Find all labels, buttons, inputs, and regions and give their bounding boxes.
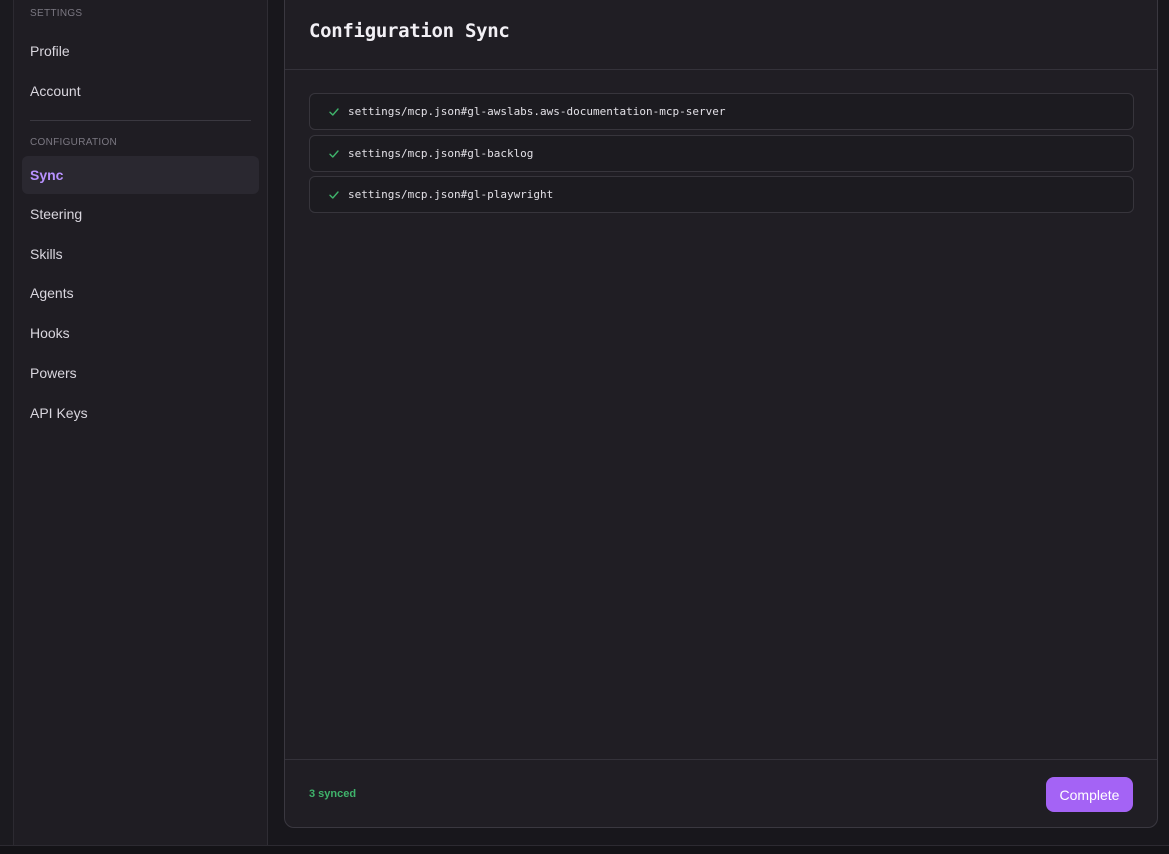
- sidebar-item-label: Sync: [30, 167, 64, 183]
- sidebar-item-label: Profile: [30, 43, 70, 59]
- configuration-section-label: CONFIGURATION: [30, 137, 118, 148]
- check-icon: [328, 148, 340, 160]
- configuration-sync-panel: Configuration Sync settings/mcp.json#gl-…: [284, 0, 1158, 828]
- sidebar-item-agents[interactable]: Agents: [22, 274, 259, 312]
- panel-footer: 3 synced Complete: [285, 759, 1157, 830]
- sync-row: settings/mcp.json#gl-playwright: [309, 176, 1134, 213]
- sidebar-item-account[interactable]: Account: [22, 72, 259, 110]
- sidebar-item-label: Account: [30, 83, 81, 99]
- sync-row-path: settings/mcp.json#gl-backlog: [348, 147, 534, 160]
- synced-count: 3 synced: [309, 788, 357, 800]
- sidebar-item-sync[interactable]: Sync: [22, 156, 259, 194]
- sidebar-item-profile[interactable]: Profile: [22, 32, 259, 70]
- settings-sidebar: SETTINGS Profile Account CONFIGURATION S…: [14, 0, 268, 845]
- settings-section-label: SETTINGS: [30, 8, 83, 19]
- sync-row-path: settings/mcp.json#gl-playwright: [348, 188, 554, 201]
- sidebar-divider: [30, 120, 251, 121]
- left-edge-strip: [0, 0, 14, 845]
- bottom-status-bar: [0, 845, 1169, 854]
- sidebar-item-label: Powers: [30, 365, 77, 381]
- app-window: SETTINGS Profile Account CONFIGURATION S…: [0, 0, 1169, 854]
- sidebar-item-steering[interactable]: Steering: [22, 195, 259, 233]
- sidebar-item-hooks[interactable]: Hooks: [22, 314, 259, 352]
- panel-header: Configuration Sync: [285, 0, 1157, 70]
- sync-row: settings/mcp.json#gl-backlog: [309, 135, 1134, 172]
- check-icon: [328, 189, 340, 201]
- sidebar-item-skills[interactable]: Skills: [22, 235, 259, 273]
- complete-button[interactable]: Complete: [1046, 777, 1133, 812]
- sidebar-item-label: Skills: [30, 246, 63, 262]
- sidebar-item-label: Agents: [30, 285, 74, 301]
- sidebar-item-label: Hooks: [30, 325, 70, 341]
- sidebar-item-label: API Keys: [30, 405, 88, 421]
- sidebar-item-label: Steering: [30, 206, 83, 222]
- sync-row-path: settings/mcp.json#gl-awslabs.aws-documen…: [348, 105, 726, 118]
- page-title: Configuration Sync: [309, 20, 510, 42]
- sidebar-item-api-keys[interactable]: API Keys: [22, 394, 259, 432]
- sync-row: settings/mcp.json#gl-awslabs.aws-documen…: [309, 93, 1134, 130]
- check-icon: [328, 106, 340, 118]
- sidebar-item-powers[interactable]: Powers: [22, 354, 259, 392]
